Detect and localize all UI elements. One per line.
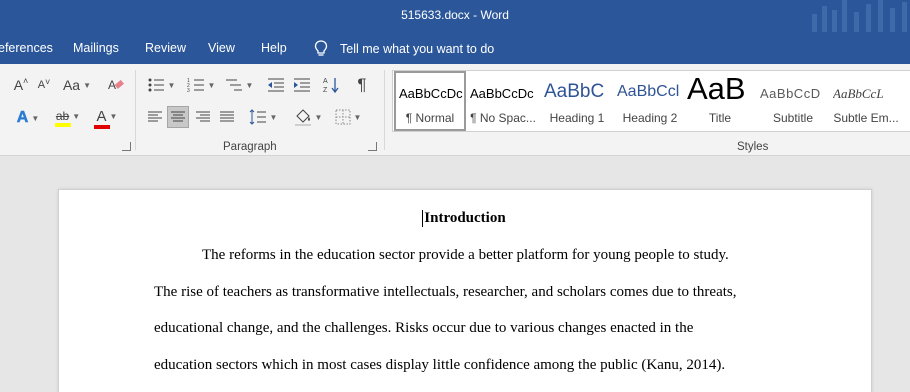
align-left-icon xyxy=(148,111,162,122)
window-title: 515633.docx - Word xyxy=(401,8,509,22)
text-highlight-button[interactable]: ab ▼ xyxy=(50,107,86,129)
justify-icon xyxy=(220,111,234,122)
paragraph-line: educational change, and the challenges. … xyxy=(154,320,694,336)
align-center-button[interactable] xyxy=(167,106,189,128)
increase-indent-icon xyxy=(294,78,310,92)
title-bar-decoration xyxy=(810,0,910,32)
sort-icon: AZ xyxy=(323,78,339,94)
shrink-font-button[interactable]: A ˅ xyxy=(34,74,54,96)
font-color-button[interactable]: A ▼ xyxy=(90,107,124,129)
multilevel-list-button[interactable]: ▼ xyxy=(222,74,256,96)
highlight-color-swatch xyxy=(55,123,71,127)
line-spacing-icon xyxy=(249,109,266,125)
align-center-icon xyxy=(171,111,185,122)
borders-button[interactable]: ▼ xyxy=(330,106,366,128)
tell-me-search[interactable]: Tell me what you want to do xyxy=(314,40,494,57)
justify-button[interactable] xyxy=(216,106,238,128)
clear-formatting-button[interactable]: A xyxy=(104,74,128,96)
paragraph-group-label: Paragraph xyxy=(223,141,277,153)
multilevel-list-icon xyxy=(225,79,242,91)
decrease-indent-button[interactable] xyxy=(264,74,288,96)
tab-mailings[interactable]: Mailings xyxy=(73,41,119,55)
change-case-button[interactable]: Aa ▼ xyxy=(60,74,94,96)
style-subtle-emphasis[interactable]: AaBbCcL Subtle Em... xyxy=(830,71,902,131)
paragraph-line: The reforms in the education sector prov… xyxy=(202,247,729,263)
style-heading-2[interactable]: AaBbCcl Heading 2 xyxy=(614,71,686,131)
decrease-indent-icon xyxy=(268,78,284,92)
grow-font-button[interactable]: A ˄ xyxy=(8,74,34,96)
ribbon-separator xyxy=(384,70,385,150)
bullet-list-icon xyxy=(148,78,164,92)
paragraph-dialog-launcher[interactable] xyxy=(368,142,377,151)
align-right-button[interactable] xyxy=(192,106,214,128)
tab-view[interactable]: View xyxy=(208,41,235,55)
show-formatting-button[interactable]: ¶ xyxy=(350,74,374,96)
font-color-swatch xyxy=(94,124,110,129)
tab-review[interactable]: Review xyxy=(145,41,186,55)
sort-button[interactable]: AZ xyxy=(320,74,344,96)
paint-bucket-icon xyxy=(294,109,311,126)
styles-group-label: Styles xyxy=(737,141,769,153)
tab-references[interactable]: eferences xyxy=(0,41,53,55)
line-spacing-button[interactable]: ▼ xyxy=(246,106,280,128)
font-dialog-launcher[interactable] xyxy=(122,142,131,151)
paragraph-line: The rise of teachers as transformative i… xyxy=(154,284,737,300)
ribbon: A ˄ A ˅ Aa ▼ A A ▼ ab ▼ A ▼ ▼ 1 2 3 ▼ ▼ … xyxy=(0,64,910,156)
svg-text:A: A xyxy=(323,78,328,85)
svg-text:Z: Z xyxy=(323,87,328,94)
ribbon-separator xyxy=(135,70,136,150)
borders-icon xyxy=(335,109,351,125)
ribbon-tabs: eferences Mailings Review View Help Tell… xyxy=(0,32,910,64)
style-subtitle[interactable]: AaBbCcD Subtitle xyxy=(757,71,829,131)
document-heading: Introduction xyxy=(424,210,506,226)
text-cursor xyxy=(422,210,423,227)
svg-text:3: 3 xyxy=(187,88,190,93)
document-page[interactable]: Introduction The reforms in the educatio… xyxy=(58,189,872,392)
align-right-icon xyxy=(196,111,210,122)
style-no-spacing[interactable]: AaBbCcDc ¶ No Spac... xyxy=(467,71,539,131)
tab-help[interactable]: Help xyxy=(261,41,287,55)
numbering-button[interactable]: 1 2 3 ▼ xyxy=(184,74,218,96)
bullets-button[interactable]: ▼ xyxy=(144,74,178,96)
style-heading-1[interactable]: AaBbC Heading 1 xyxy=(541,71,613,131)
paragraph-line: education sectors which in most cases di… xyxy=(154,357,726,373)
lightbulb-icon xyxy=(314,40,328,56)
text-effects-button[interactable]: A ▼ xyxy=(12,107,44,129)
style-title[interactable]: AaB Title xyxy=(684,71,756,131)
styles-gallery: AaBbCcDc ¶ Normal AaBbCcDc ¶ No Spac... … xyxy=(392,70,910,132)
style-normal[interactable]: AaBbCcDc ¶ Normal xyxy=(394,71,466,131)
increase-indent-button[interactable] xyxy=(290,74,314,96)
shading-button[interactable]: ▼ xyxy=(290,106,326,128)
align-left-button[interactable] xyxy=(144,106,166,128)
tell-me-label: Tell me what you want to do xyxy=(340,41,495,56)
title-bar: 515633.docx - Word xyxy=(0,0,910,32)
numbered-list-icon: 1 2 3 xyxy=(187,78,204,93)
document-canvas: Introduction The reforms in the educatio… xyxy=(0,157,910,392)
eraser-icon: A xyxy=(108,78,124,92)
